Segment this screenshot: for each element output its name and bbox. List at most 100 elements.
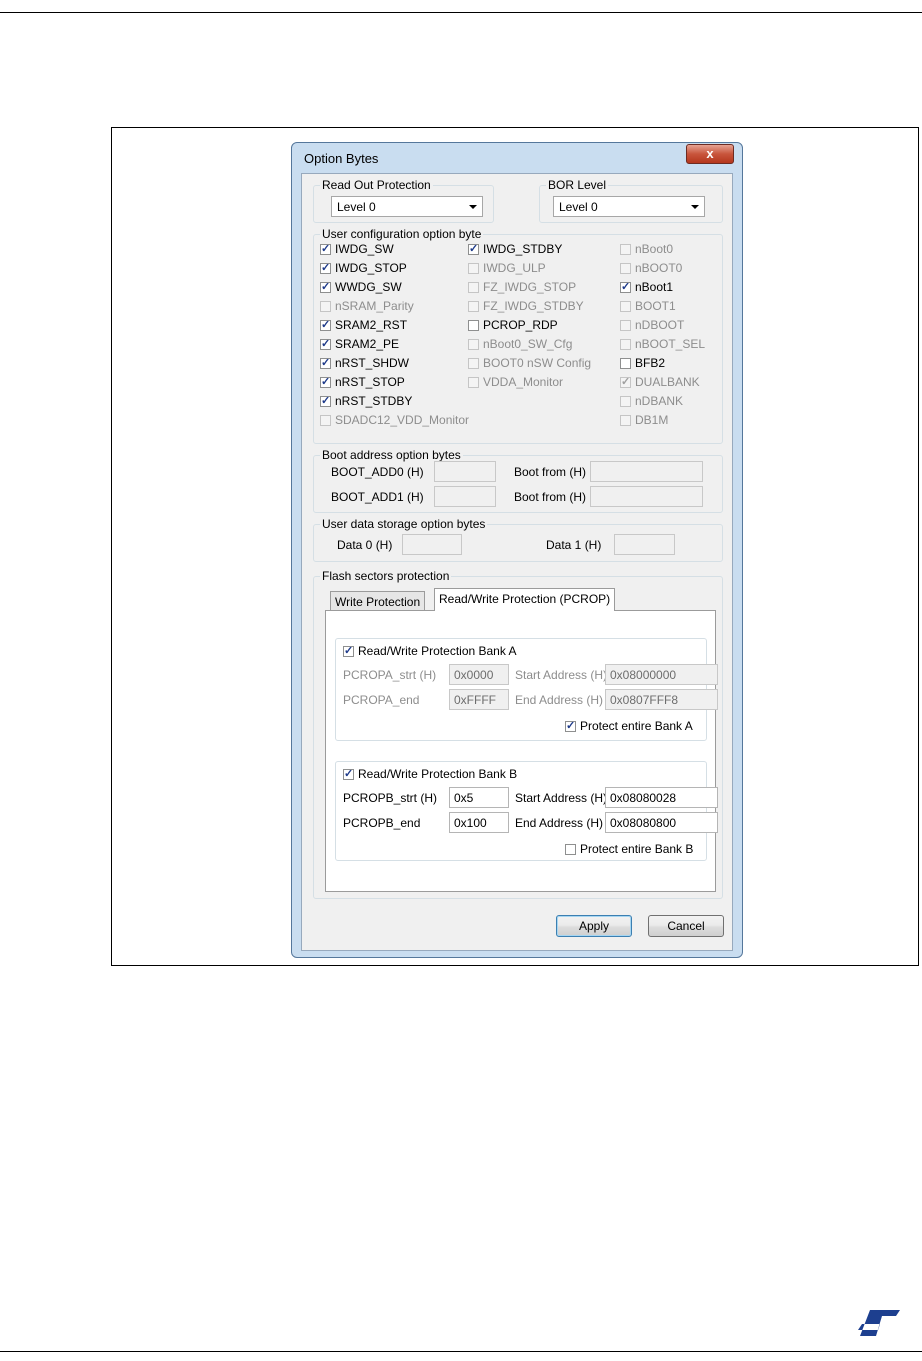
user-config-title: User configuration option byte [320,227,484,241]
chevron-down-icon [469,205,477,209]
checkbox-fz-iwdg-stdby: FZ_IWDG_STDBY [468,298,584,314]
checkbox-icon [320,300,331,312]
checkbox-ndboot: nDBOOT [620,317,684,333]
checkbox-icon [620,414,631,426]
checkbox-nboot-sel: nBOOT_SEL [620,336,705,352]
protect-bank-a-checkbox[interactable]: Protect entire Bank A [565,718,693,734]
checkbox-fz-iwdg-stop: FZ_IWDG_STOP [468,279,576,295]
checkbox-icon [343,644,354,657]
checkbox-nboot0: nBoot0 [620,241,673,257]
checkbox-icon [468,300,479,312]
close-button[interactable]: x [686,144,734,164]
page-top-rule [0,12,922,13]
checkbox-icon [565,719,576,732]
boot-from-field-1[interactable] [590,461,703,482]
checkbox-icon [320,356,331,369]
apply-button[interactable]: Apply [556,915,632,937]
checkbox-boot1: BOOT1 [620,298,676,314]
read-out-protection-group: Read Out Protection Level 0 [313,178,494,223]
flash-protection-title: Flash sectors protection [320,569,452,583]
bank-a-end-address-field[interactable]: 0x0807FFF8 [605,689,718,710]
checkbox-dualbank: DUALBANK [620,374,700,390]
checkbox-icon [468,357,479,369]
bank-b-end-address-label: End Address (H) [515,816,604,830]
pcropa-strt-label: PCROPA_strt (H) [343,668,437,682]
checkbox-icon [468,242,479,255]
checkbox-sram2-pe[interactable]: SRAM2_PE [320,336,399,352]
checkbox-vdda-monitor: VDDA_Monitor [468,374,563,390]
bank-b-start-address-field[interactable]: 0x08080028 [605,787,718,808]
boot-from-field-2[interactable] [590,486,703,507]
data1-field[interactable] [614,534,675,555]
data0-label: Data 0 (H) [337,538,393,552]
tab-write-protection[interactable]: Write Protection [330,591,426,611]
boot-add1-label: BOOT_ADD1 (H) [331,490,424,504]
pcropa-end-field[interactable]: 0xFFFF [449,689,509,710]
checkbox-ndbank: nDBANK [620,393,683,409]
bor-level-title: BOR Level [546,178,609,192]
bank-a-start-address-field[interactable]: 0x08000000 [605,664,718,685]
boot-from-label-1: Boot from (H) [514,465,587,479]
pcropb-strt-field[interactable]: 0x5 [449,787,509,808]
checkbox-icon [320,414,331,426]
page-bottom-rule [0,1351,922,1352]
pcropa-strt-field[interactable]: 0x0000 [449,664,509,685]
checkbox-sram2-rst[interactable]: SRAM2_RST [320,317,407,333]
pcropb-end-field[interactable]: 0x100 [449,812,509,833]
bank-a-enable-checkbox[interactable]: Read/Write Protection Bank A [343,643,517,659]
data1-label: Data 1 (H) [546,538,602,552]
data0-field[interactable] [402,534,462,555]
close-icon: x [706,146,714,161]
checkbox-nrst-shdw[interactable]: nRST_SHDW [320,355,409,371]
checkbox-nrst-stdby[interactable]: nRST_STDBY [320,393,412,409]
checkbox-icon [468,319,479,331]
bank-b-start-address-label: Start Address (H) [515,791,608,805]
st-logo-icon [858,1310,900,1336]
checkbox-icon [620,243,631,255]
checkbox-iwdg-sw[interactable]: IWDG_SW [320,241,394,257]
bor-level-value: Level 0 [559,200,598,214]
checkbox-wwdg-sw[interactable]: WWDG_SW [320,279,402,295]
checkbox-icon [343,767,354,780]
checkbox-icon [565,843,576,855]
protect-bank-b-checkbox[interactable]: Protect entire Bank B [565,841,693,857]
checkbox-icon [620,395,631,407]
checkbox-icon [620,357,631,369]
checkbox-icon [468,281,479,293]
user-config-group: User configuration option byte IWDG_SW IW… [313,227,723,444]
checkbox-icon [620,300,631,312]
bank-a-end-address-label: End Address (H) [515,693,604,707]
checkbox-iwdg-stop[interactable]: IWDG_STOP [320,260,407,276]
checkbox-icon [320,337,331,350]
checkbox-icon [468,338,479,350]
boot-add1-field[interactable] [434,486,496,507]
bor-level-group: BOR Level Level 0 [539,178,723,223]
option-bytes-dialog: Option Bytes x Read Out Protection Level… [291,142,743,958]
tab-pcrop[interactable]: Read/Write Protection (PCROP) [434,588,616,611]
bank-b-group: Read/Write Protection Bank B PCROPB_strt… [335,761,718,861]
checkbox-iwdg-ulp: IWDG_ULP [468,260,546,276]
checkbox-icon [320,261,331,274]
pcropa-end-label: PCROPA_end [343,693,420,707]
boot-add0-field[interactable] [434,461,496,482]
checkbox-iwdg-stdby[interactable]: IWDG_STDBY [468,241,562,257]
checkbox-icon [468,376,479,388]
checkbox-bfb2[interactable]: BFB2 [620,355,665,371]
checkbox-nboot1[interactable]: nBoot1 [620,279,673,295]
pcrop-tab-page: Read/Write Protection Bank A PCROPA_strt… [325,610,718,892]
checkbox-pcrop-rdp[interactable]: PCROP_RDP [468,317,558,333]
boot-from-label-2: Boot from (H) [514,490,587,504]
checkbox-nsram-parity: nSRAM_Parity [320,298,414,314]
checkbox-icon [620,375,631,388]
bor-level-combo[interactable]: Level 0 [553,196,705,217]
read-out-protection-value: Level 0 [337,200,376,214]
checkbox-nboot0: nBOOT0 [620,260,682,276]
checkbox-sdadc12-vdd-monitor: SDADC12_VDD_Monitor [320,412,469,428]
cancel-button[interactable]: Cancel [648,915,724,937]
dialog-title: Option Bytes [304,151,379,166]
bank-b-enable-checkbox[interactable]: Read/Write Protection Bank B [343,766,517,782]
checkbox-nrst-stop[interactable]: nRST_STOP [320,374,405,390]
bank-b-end-address-field[interactable]: 0x08080800 [605,812,718,833]
boot-address-title: Boot address option bytes [320,448,463,462]
read-out-protection-combo[interactable]: Level 0 [331,196,483,217]
